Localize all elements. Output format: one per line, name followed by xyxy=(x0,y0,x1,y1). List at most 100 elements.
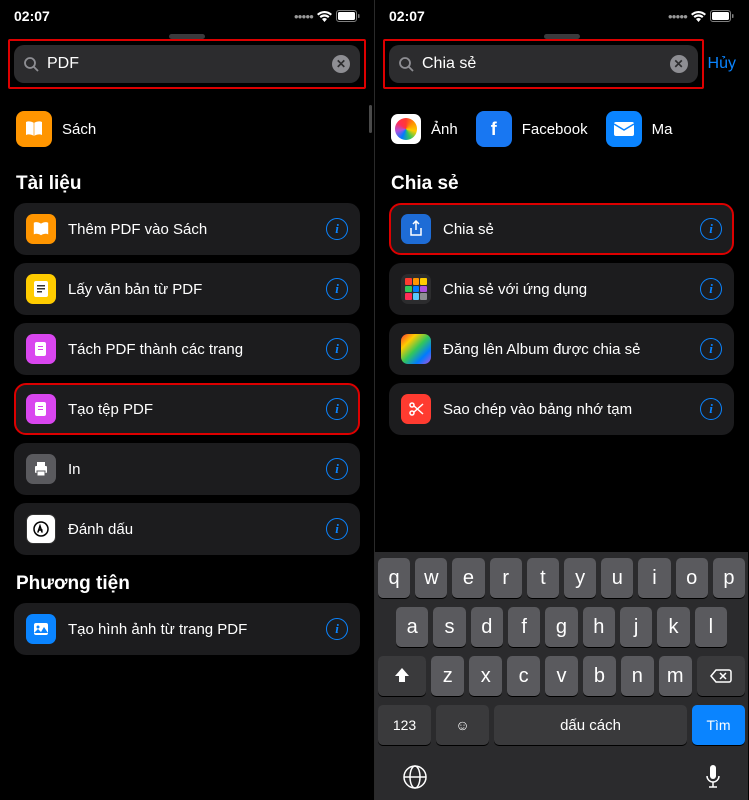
key-t[interactable]: t xyxy=(527,558,559,598)
mail-app-icon xyxy=(606,111,642,147)
info-button[interactable]: i xyxy=(326,398,348,420)
search-highlight: ✕ xyxy=(383,39,704,89)
action-item[interactable]: Lấy văn bản từ PDFi xyxy=(14,263,360,315)
key-v[interactable]: v xyxy=(545,656,578,696)
info-button[interactable]: i xyxy=(326,618,348,640)
info-button[interactable]: i xyxy=(326,338,348,360)
action-label: In xyxy=(68,461,314,478)
globe-icon[interactable] xyxy=(402,764,428,790)
action-item[interactable]: Đánh dấui xyxy=(14,503,360,555)
key-u[interactable]: u xyxy=(601,558,633,598)
key-z[interactable]: z xyxy=(431,656,464,696)
action-item[interactable]: Ini xyxy=(14,443,360,495)
clock: 02:07 xyxy=(389,8,425,24)
scissors-icon xyxy=(401,394,431,424)
key-h[interactable]: h xyxy=(583,607,615,647)
app-label: Sách xyxy=(62,121,96,138)
key-o[interactable]: o xyxy=(676,558,708,598)
wifi-icon xyxy=(691,11,706,22)
cancel-button[interactable]: Hủy xyxy=(708,55,736,73)
action-item[interactable]: Đăng lên Album được chia sẻi xyxy=(389,323,734,375)
make-icon xyxy=(26,394,56,424)
key-d[interactable]: d xyxy=(471,607,503,647)
photos-app-icon xyxy=(391,114,421,144)
app-label: Facebook xyxy=(522,121,588,138)
facebook-app-icon: f xyxy=(476,111,512,147)
info-button[interactable]: i xyxy=(326,218,348,240)
key-m[interactable]: m xyxy=(659,656,692,696)
clear-search-button[interactable]: ✕ xyxy=(332,55,350,73)
wifi-icon xyxy=(317,11,332,22)
action-item[interactable]: Tách PDF thành các trang i xyxy=(14,323,360,375)
key-k[interactable]: k xyxy=(657,607,689,647)
action-item[interactable]: Chia sẻ với ứng dụngi xyxy=(389,263,734,315)
emoji-key[interactable]: ☺ xyxy=(436,705,489,745)
app-item-facebook[interactable]: f Facebook xyxy=(476,111,588,147)
shift-key[interactable] xyxy=(378,656,426,696)
info-button[interactable]: i xyxy=(326,278,348,300)
key-i[interactable]: i xyxy=(638,558,670,598)
search-field[interactable]: ✕ xyxy=(14,45,360,83)
results-scroll[interactable]: Ảnh f Facebook Ma Chia sẻ Chia sẻiChia s… xyxy=(375,93,748,552)
return-key[interactable]: Tìm xyxy=(692,705,745,745)
clear-search-button[interactable]: ✕ xyxy=(670,55,688,73)
results-scroll[interactable]: Sách Tài liệu Thêm PDF vào SáchiLấy văn … xyxy=(0,93,374,800)
key-q[interactable]: q xyxy=(378,558,410,598)
action-item[interactable]: Chia sẻi xyxy=(389,203,734,255)
action-item[interactable]: Thêm PDF vào Sáchi xyxy=(14,203,360,255)
info-button[interactable]: i xyxy=(326,458,348,480)
key-w[interactable]: w xyxy=(415,558,447,598)
search-field[interactable]: ✕ xyxy=(389,45,698,83)
app-suggestions: Sách xyxy=(14,93,360,155)
battery-icon xyxy=(336,10,360,22)
scrollbar[interactable] xyxy=(369,105,372,133)
key-f[interactable]: f xyxy=(508,607,540,647)
key-s[interactable]: s xyxy=(433,607,465,647)
key-a[interactable]: a xyxy=(396,607,428,647)
key-e[interactable]: e xyxy=(452,558,484,598)
key-j[interactable]: j xyxy=(620,607,652,647)
key-g[interactable]: g xyxy=(545,607,577,647)
dictation-icon[interactable] xyxy=(705,764,721,790)
action-label: Sao chép vào bảng nhớ tạm xyxy=(443,401,688,418)
space-key[interactable]: dấu cách xyxy=(494,705,687,745)
book-app-icon xyxy=(16,111,52,147)
key-n[interactable]: n xyxy=(621,656,654,696)
key-c[interactable]: c xyxy=(507,656,540,696)
key-p[interactable]: p xyxy=(713,558,745,598)
app-item-anh[interactable]: Ảnh xyxy=(391,111,458,147)
info-button[interactable]: i xyxy=(326,518,348,540)
search-input[interactable] xyxy=(47,55,324,73)
status-icons: ●●●●● xyxy=(294,10,360,22)
key-y[interactable]: y xyxy=(564,558,596,598)
action-label: Tách PDF thành các trang xyxy=(68,341,314,358)
book-icon xyxy=(26,214,56,244)
backspace-key[interactable] xyxy=(697,656,745,696)
app-item-mail[interactable]: Ma xyxy=(606,111,673,147)
phone-left: 02:07 ●●●●● ✕ Sách xyxy=(0,0,374,800)
info-button[interactable]: i xyxy=(700,278,722,300)
status-icons: ●●●●● xyxy=(668,10,734,22)
image-icon xyxy=(26,614,56,644)
key-r[interactable]: r xyxy=(490,558,522,598)
action-item[interactable]: Tạo tệp PDF i xyxy=(14,383,360,435)
app-item-sach[interactable]: Sách xyxy=(16,111,96,147)
key-x[interactable]: x xyxy=(469,656,502,696)
grid-icon xyxy=(401,274,431,304)
app-label: Ảnh xyxy=(431,121,458,138)
action-item[interactable]: Tạo hình ảnh từ trang PDFi xyxy=(14,603,360,655)
info-button[interactable]: i xyxy=(700,398,722,420)
key-l[interactable]: l xyxy=(695,607,727,647)
search-input[interactable] xyxy=(422,55,662,73)
action-item[interactable]: Sao chép vào bảng nhớ tạm i xyxy=(389,383,734,435)
photos-flower-icon xyxy=(401,334,431,364)
action-label: Tạo tệp PDF xyxy=(68,401,314,418)
key-b[interactable]: b xyxy=(583,656,616,696)
markup-icon xyxy=(26,514,56,544)
search-icon xyxy=(24,57,39,72)
numeric-key[interactable]: 123 xyxy=(378,705,431,745)
info-button[interactable]: i xyxy=(700,218,722,240)
text-icon xyxy=(26,274,56,304)
app-suggestions: Ảnh f Facebook Ma xyxy=(389,93,734,155)
info-button[interactable]: i xyxy=(700,338,722,360)
